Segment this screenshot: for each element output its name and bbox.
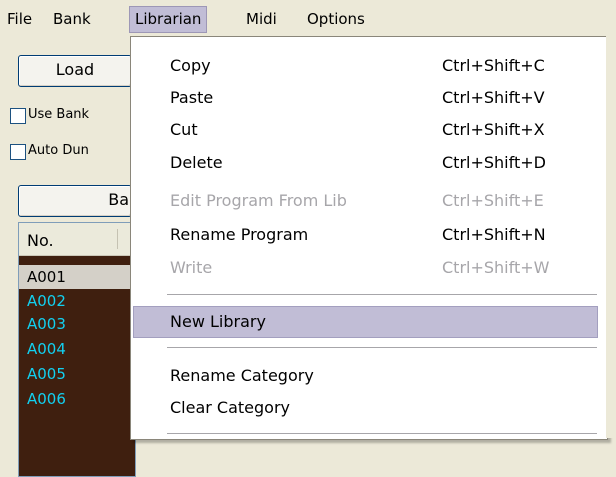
auto-dump-checkbox[interactable]	[10, 144, 26, 160]
list-header[interactable]: No.	[19, 223, 135, 256]
menu-bar: File Bank Librarian Midi Options	[0, 0, 616, 37]
list-item[interactable]: A001	[19, 265, 135, 289]
menu-item-label: Clear Category	[170, 398, 291, 417]
use-bank-label: Use Bank	[28, 107, 90, 122]
column-divider[interactable]	[117, 229, 118, 249]
menu-item-label: Paste	[170, 88, 214, 107]
menu-item-shortcut: Ctrl+Shift+W	[442, 258, 550, 277]
menu-item-label: Write	[170, 258, 213, 277]
librarian-menu: Copy Ctrl+Shift+C Paste Ctrl+Shift+V Cut…	[130, 36, 608, 440]
menu-librarian[interactable]: Librarian	[128, 6, 208, 33]
menu-item-clear-category[interactable]: Clear Category	[134, 393, 597, 423]
program-list[interactable]: No. A001 A002 A003 A004 A005 A006	[18, 222, 136, 477]
menu-item-label: Delete	[170, 153, 223, 172]
window-edge	[606, 0, 616, 438]
menu-item-label: Rename Program	[170, 225, 309, 244]
menu-item-shortcut: Ctrl+Shift+V	[442, 88, 545, 107]
auto-dump-label: Auto Dun	[28, 143, 89, 158]
list-item[interactable]: A004	[19, 337, 135, 361]
menu-item-label: Rename Category	[170, 366, 314, 385]
menu-file[interactable]: File	[2, 7, 37, 32]
menu-options[interactable]: Options	[302, 7, 370, 32]
bank-button-label: Ba	[108, 190, 129, 209]
use-bank-checkbox[interactable]	[10, 108, 26, 124]
menu-item-delete[interactable]: Delete Ctrl+Shift+D	[134, 148, 597, 178]
menu-item-label: Edit Program From Lib	[170, 191, 347, 210]
menu-separator	[167, 294, 597, 295]
menu-bank[interactable]: Bank	[48, 7, 96, 32]
menu-separator	[167, 347, 597, 348]
load-button-label: Load	[55, 60, 95, 79]
menu-item-shortcut: Ctrl+Shift+X	[442, 120, 545, 139]
list-item[interactable]: A002	[19, 289, 135, 313]
column-number-header: No.	[27, 231, 54, 250]
menu-item-edit-program-from-lib[interactable]: Edit Program From Lib Ctrl+Shift+E	[134, 186, 597, 216]
list-item[interactable]: A003	[19, 312, 135, 336]
menu-item-shortcut: Ctrl+Shift+D	[442, 153, 546, 172]
menu-item-cut[interactable]: Cut Ctrl+Shift+X	[134, 115, 597, 145]
list-item[interactable]: A005	[19, 362, 135, 386]
bank-button[interactable]: Ba	[18, 185, 132, 217]
load-button[interactable]: Load	[18, 55, 132, 87]
menu-item-shortcut: Ctrl+Shift+E	[442, 191, 544, 210]
menu-item-shortcut: Ctrl+Shift+C	[442, 56, 545, 75]
menu-item-paste[interactable]: Paste Ctrl+Shift+V	[134, 83, 597, 113]
menu-item-label: New Library	[170, 312, 266, 331]
menu-item-rename-category[interactable]: Rename Category	[134, 361, 597, 391]
list-item[interactable]: A006	[19, 387, 135, 411]
menu-item-shortcut: Ctrl+Shift+N	[442, 225, 546, 244]
menu-item-copy[interactable]: Copy Ctrl+Shift+C	[134, 51, 597, 81]
menu-item-new-library[interactable]: New Library	[133, 306, 598, 338]
menu-item-label: Copy	[170, 56, 211, 75]
menu-separator	[167, 433, 597, 434]
menu-item-write[interactable]: Write Ctrl+Shift+W	[134, 253, 597, 283]
menu-item-label: Cut	[170, 120, 198, 139]
menu-midi[interactable]: Midi	[241, 7, 282, 32]
menu-item-rename-program[interactable]: Rename Program Ctrl+Shift+N	[134, 220, 597, 250]
